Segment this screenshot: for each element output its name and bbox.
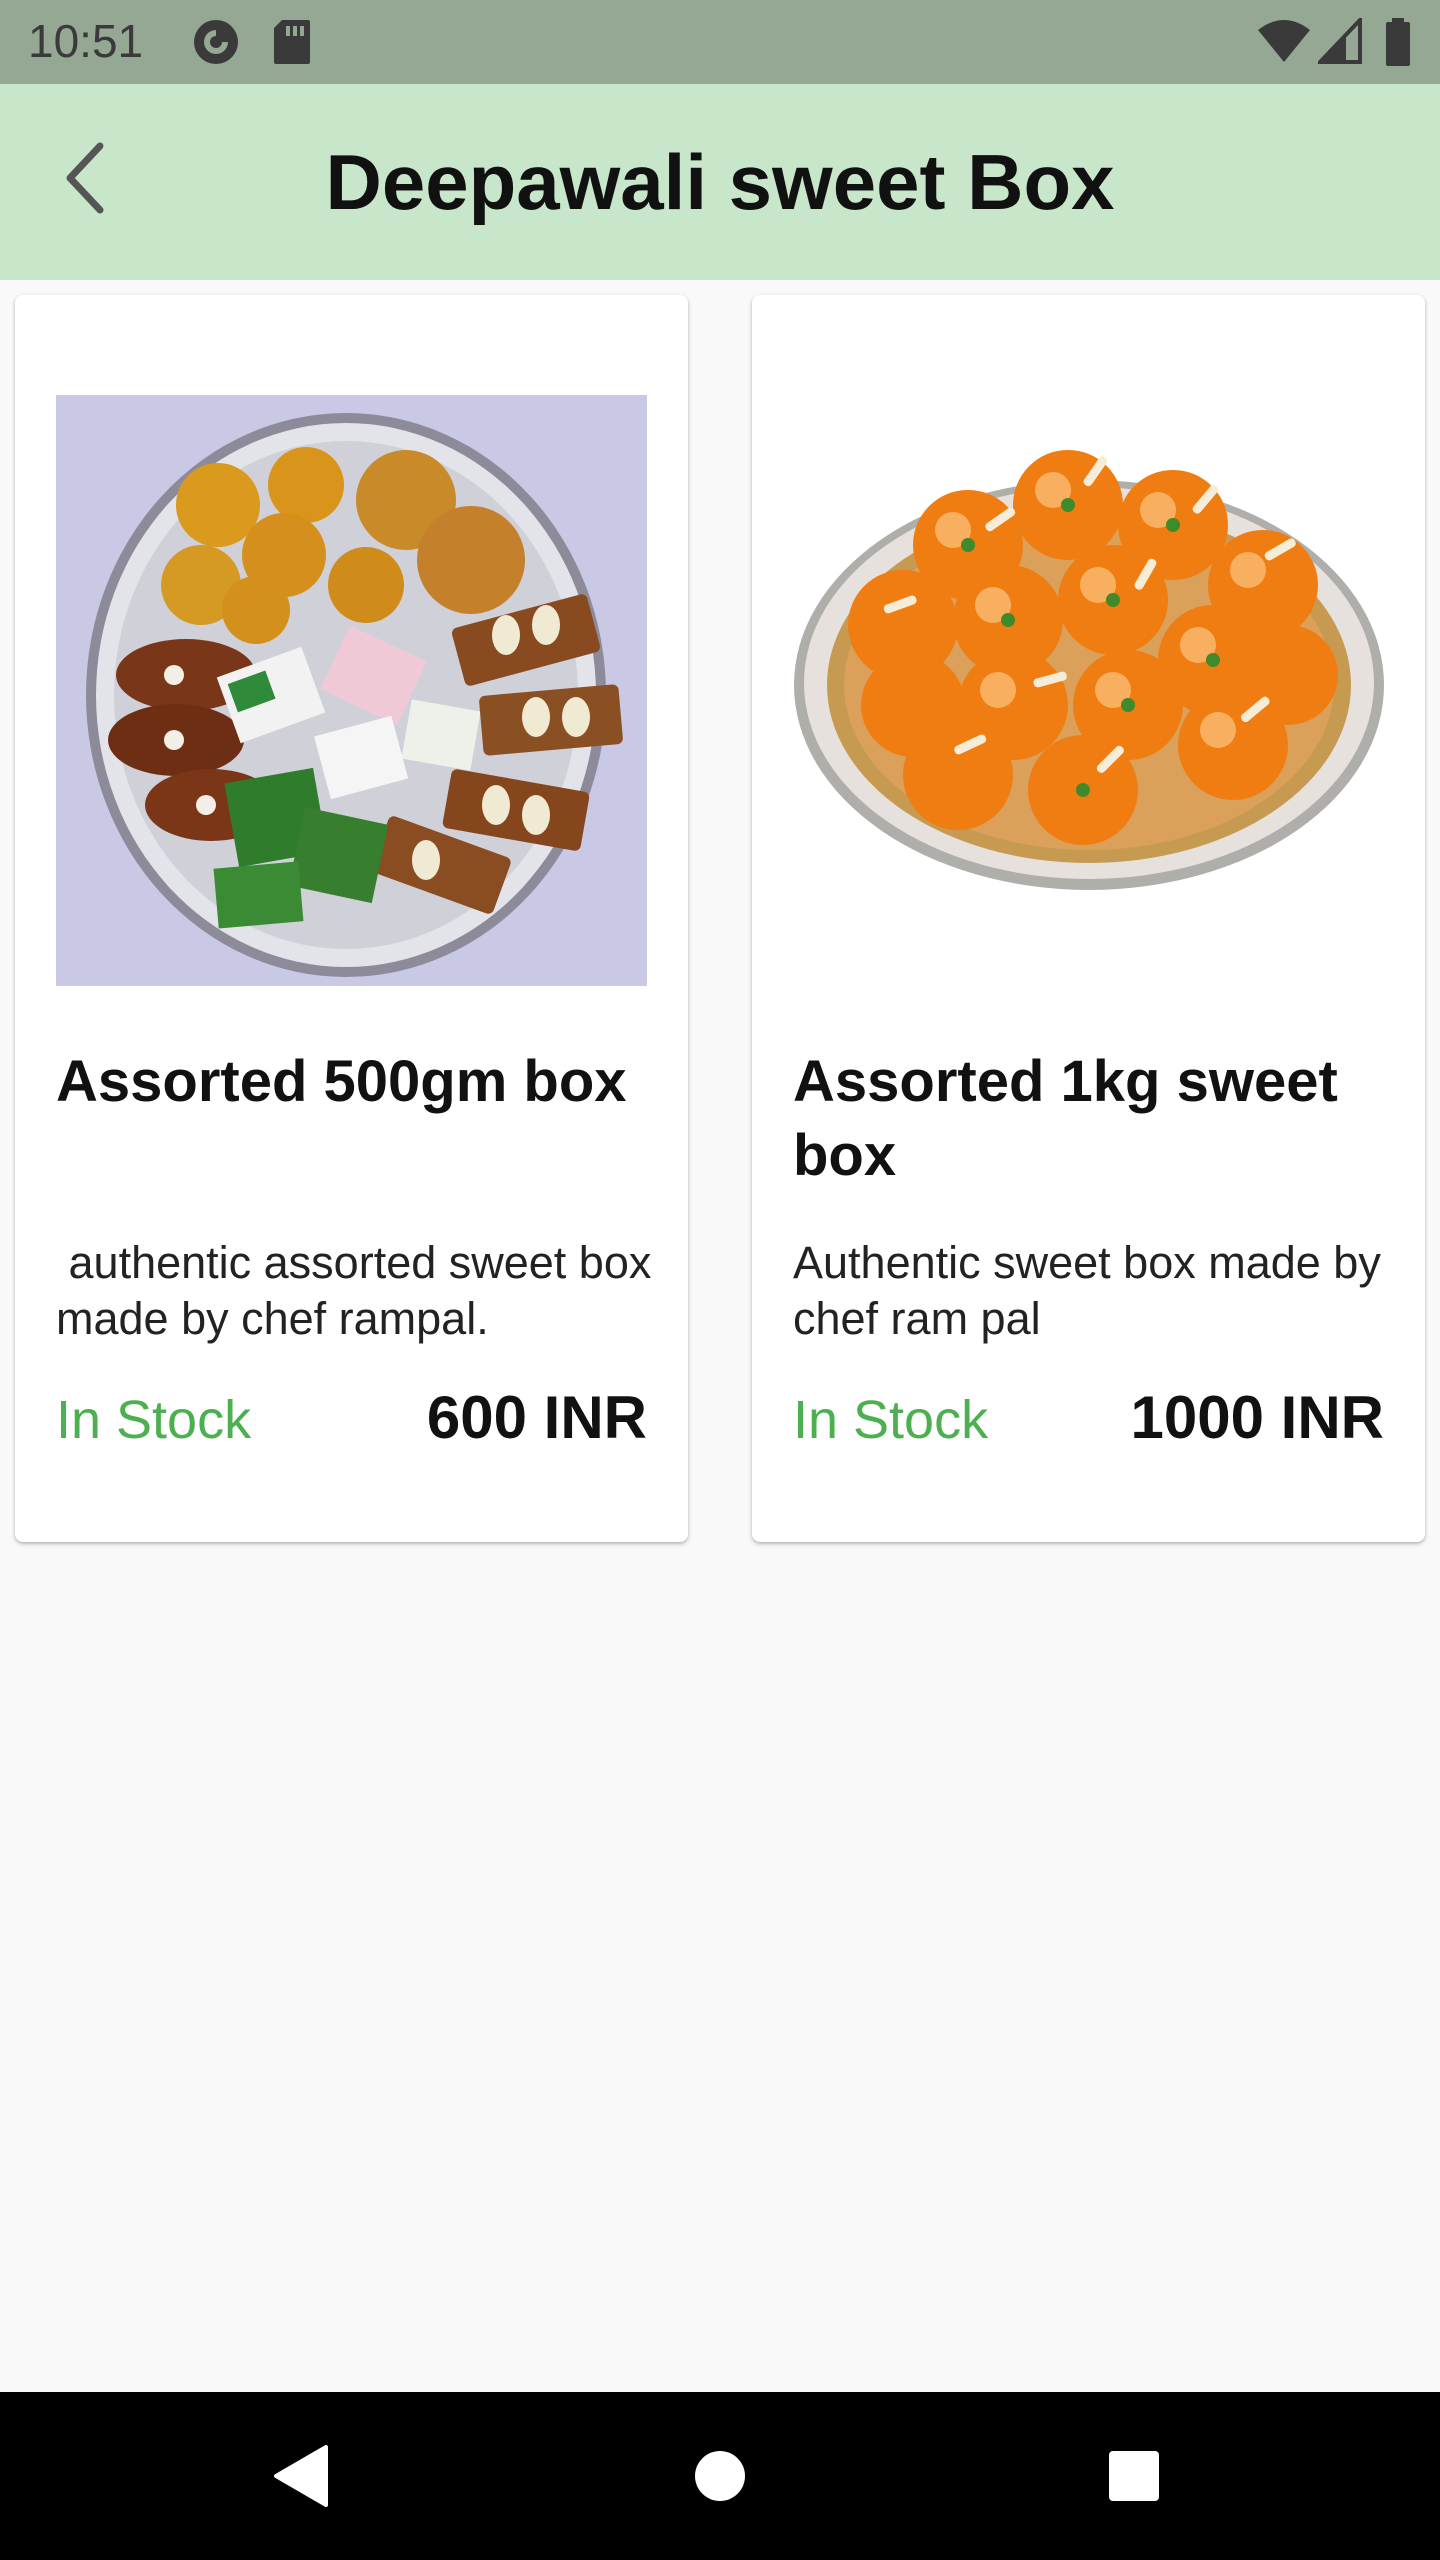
product-description: Authentic sweet box made by chef ram pal [793,1237,1394,1344]
back-triangle-icon [274,2445,328,2507]
product-price: 1000 INR [1130,1384,1384,1451]
system-navigation-bar [0,2392,1440,2560]
status-bar: 10:51 [0,0,1440,84]
pocket-casts-icon [194,20,238,64]
product-name: Assorted 1kg sweet box [793,1049,1338,1188]
sd-card-icon [274,20,310,64]
nav-back-button[interactable] [250,2426,350,2526]
stock-status: In Stock [56,1390,252,1450]
home-circle-icon [695,2451,745,2501]
product-card[interactable]: Assorted 1kg sweet box Authentic sweet b… [752,295,1425,1542]
app-bar: Deepawali sweet Box [0,84,1440,280]
product-price: 600 INR [426,1384,647,1451]
product-card[interactable]: Assorted 500gm box authentic assorted sw… [15,295,688,1542]
stock-status: In Stock [793,1390,989,1450]
status-time: 10:51 [28,15,144,67]
product-image-assorted-sweets [56,395,647,986]
battery-icon [1386,18,1410,66]
page-title: Deepawali sweet Box [325,138,1115,226]
product-image-laddoo [793,395,1384,986]
signal-icon [1318,18,1362,64]
wifi-icon [1258,20,1310,62]
product-description: authentic assorted sweet box made by che… [56,1237,664,1344]
product-name: Assorted 500gm box [56,1049,627,1114]
nav-recents-button[interactable] [1084,2426,1184,2526]
recents-square-icon [1109,2451,1159,2501]
nav-home-button[interactable] [670,2426,770,2526]
